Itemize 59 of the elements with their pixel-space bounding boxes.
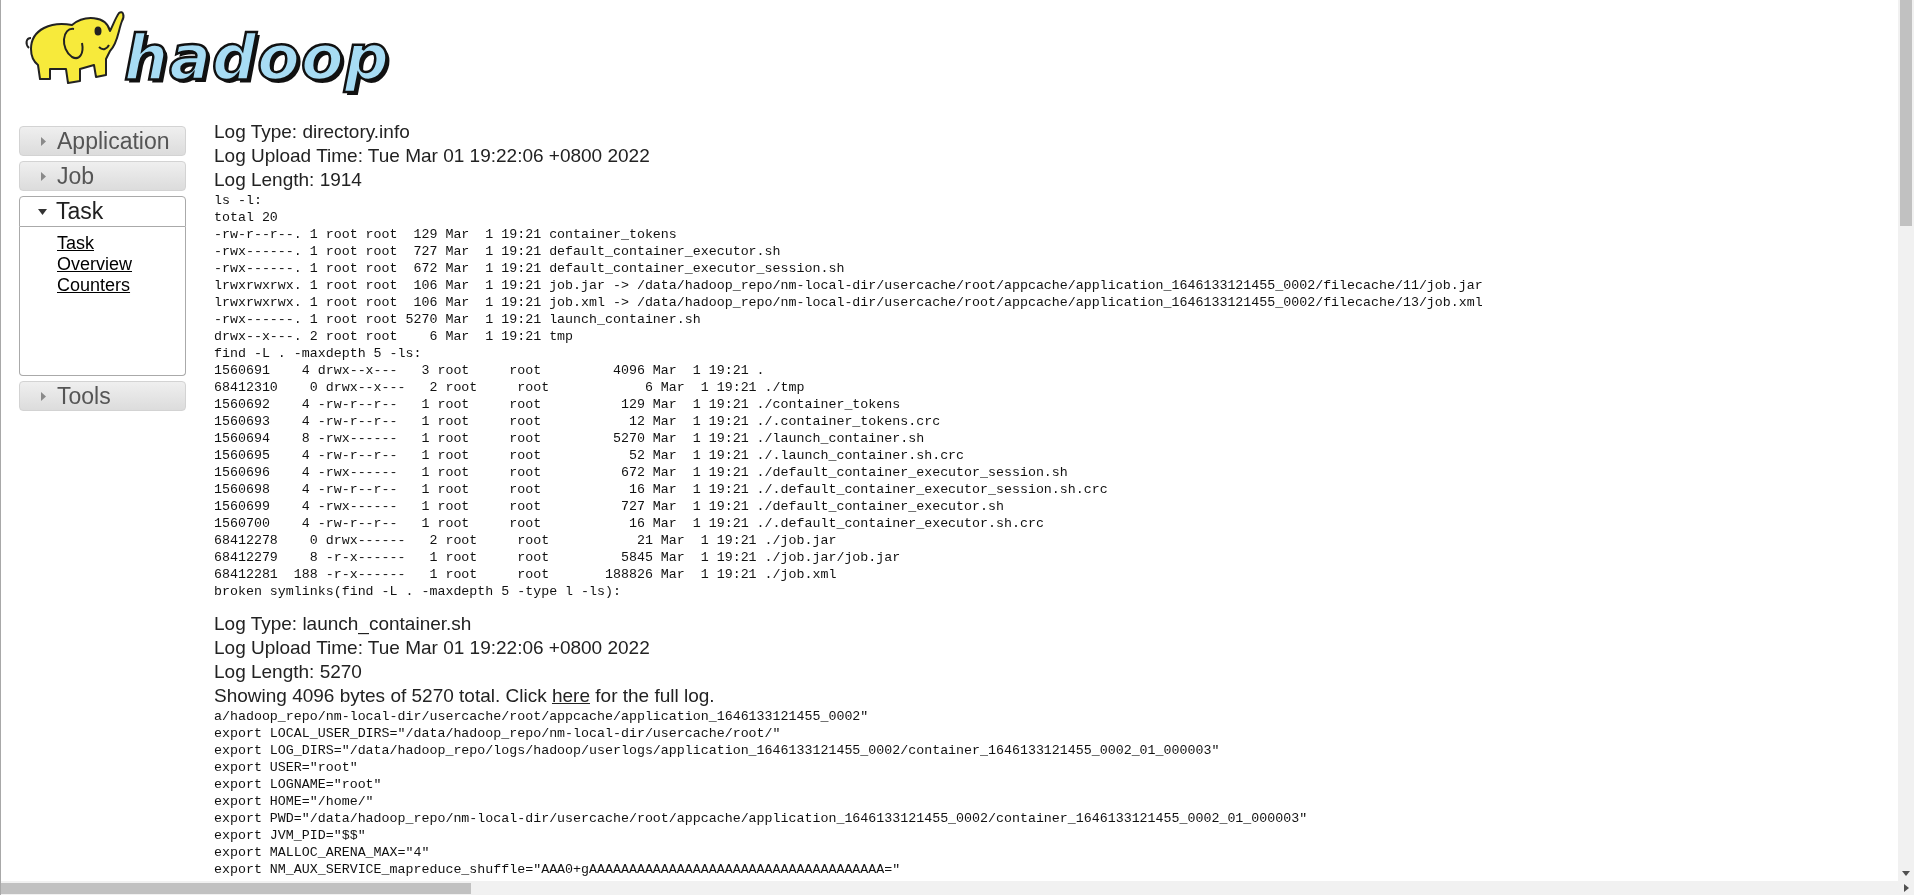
vertical-scrollbar[interactable] [1898, 0, 1914, 881]
sidebar-section-header[interactable]: Application [19, 126, 186, 156]
sidebar-section-header[interactable]: Task [19, 196, 186, 227]
log-line: export USER="root" [214, 759, 358, 776]
log-line: -rwx------. 1 root root 727 Mar 1 19:21 default_container_executor.sh [214, 243, 781, 260]
log-type-line: Log Type: launch_container.sh [214, 612, 472, 636]
scroll-right-arrow-icon[interactable] [1904, 884, 1909, 892]
log-line: 1560694 8 -rwx------ 1 root root 5270 Mar 1 19:21 ./launch_container.sh [214, 430, 925, 447]
log-line: export JVM_PID="$$" [214, 827, 366, 844]
log-length-line: Log Length: 5270 [214, 660, 362, 684]
log-line: export LOGNAME="root" [214, 776, 382, 793]
caret-right-icon [41, 171, 46, 181]
log-type-line: Log Type: directory.info [214, 120, 410, 144]
log-line: find -L . -maxdepth 5 -ls: [214, 345, 422, 362]
log-line: -rwx------. 1 root root 672 Mar 1 19:21 default_container_executor_session.sh [214, 260, 845, 277]
log-line: total 20 [214, 209, 278, 226]
log-line: ls -l: [214, 192, 262, 209]
log-line: 68412310 0 drwx--x--- 2 root root 6 Mar 1 19:21 ./tmp [214, 379, 805, 396]
sidebar-link[interactable]: Overview [57, 254, 132, 275]
sidebar-link[interactable]: Counters [57, 275, 131, 296]
horizontal-scrollbar[interactable] [1, 881, 1914, 895]
log-line: 1560692 4 -rw-r--r-- 1 root root 129 Mar 1 19:21 ./container_tokens [214, 396, 901, 413]
log-line: 1560700 4 -rw-r--r-- 1 root root 16 Mar 1 19:21 ./.default_container_executor.sh.crc [214, 515, 1044, 532]
sidebar-section-header[interactable]: Job [19, 161, 186, 191]
log-line: export LOCAL_USER_DIRS="/data/hadoop_repo/nm-local-dir/usercache/root/" [214, 725, 781, 742]
sidebar-section-header[interactable]: Tools [19, 381, 186, 411]
log-line: 1560695 4 -rw-r--r-- 1 root root 52 Mar 1 19:21 ./.launch_container.sh.crc [214, 447, 965, 464]
log-line: 1560698 4 -rw-r--r-- 1 root root 16 Mar 1 19:21 ./.default_container_executor_session.sh.crc [214, 481, 1108, 498]
log-length-line: Log Length: 1914 [214, 168, 362, 192]
log-line: 1560699 4 -rwx------ 1 root root 727 Mar 1 19:21 ./default_container_executor.sh [214, 498, 1004, 515]
log-line: lrwxrwxrwx. 1 root root 106 Mar 1 19:21 job.xml -> /data/hadoop_repo/nm-local-dir/usercache/root/appcache/application_1646133121455_0002/filecache/13/job.xml [214, 294, 1483, 311]
log-line: 68412281 188 -r-x------ 1 root root 188826 Mar 1 19:21 ./job.xml [214, 566, 837, 583]
log-upload-time-line: Log Upload Time: Tue Mar 01 19:22:06 +0800 2022 [214, 144, 650, 168]
caret-right-icon [41, 136, 46, 146]
log-line: 1560693 4 -rw-r--r-- 1 root root 12 Mar 1 19:21 ./.container_tokens.crc [214, 413, 941, 430]
log-line: 68412278 0 drwx------ 2 root root 21 Mar 1 19:21 ./job.jar [214, 532, 837, 549]
log-line: 1560696 4 -rwx------ 1 root root 672 Mar 1 19:21 ./default_container_executor_session.sh [214, 464, 1068, 481]
full-log-link[interactable]: here [552, 685, 590, 706]
log-line: 68412279 8 -r-x------ 1 root root 5845 Mar 1 19:21 ./job.jar/job.jar [214, 549, 901, 566]
log-line: 1560691 4 drwx--x--- 3 root root 4096 Mar 1 19:21 . [214, 362, 765, 379]
log-truncation-notice: Showing 4096 bytes of 5270 total. Click here for the full log. [214, 684, 715, 708]
log-line: broken symlinks(find -L . -maxdepth 5 -type l -ls): [214, 583, 621, 600]
log-line: export PWD="/data/hadoop_repo/nm-local-dir/usercache/root/appcache/application_1646133121455_0002/container_1646133121455_0002_01_000003" [214, 810, 1308, 827]
log-line: a/hadoop_repo/nm-local-dir/usercache/root/appcache/application_1646133121455_0002" [214, 708, 869, 725]
scrollbar-thumb[interactable] [1, 882, 471, 894]
log-line: export HOME="/home/" [214, 793, 374, 810]
caret-down-icon [38, 208, 47, 215]
log-line: lrwxrwxrwx. 1 root root 106 Mar 1 19:21 job.jar -> /data/hadoop_repo/nm-local-dir/usercache/root/appcache/application_1646133121455_0002/filecache/11/job.jar [214, 277, 1483, 294]
sidebar-link[interactable]: Task [57, 233, 94, 254]
log-upload-time-line: Log Upload Time: Tue Mar 01 19:22:06 +0800 2022 [214, 636, 650, 660]
scroll-down-arrow-icon[interactable] [1902, 871, 1910, 876]
log-line: export MALLOC_ARENA_MAX="4" [214, 844, 430, 861]
log-line: -rw-r--r--. 1 root root 129 Mar 1 19:21 container_tokens [214, 226, 677, 243]
log-line: -rwx------. 1 root root 5270 Mar 1 19:21 launch_container.sh [214, 311, 701, 328]
log-line: export NM_AUX_SERVICE_mapreduce_shuffle="AAA0+gAAAAAAAAAAAAAAAAAAAAAAAAAAAAAAAAAAAAA=" [214, 861, 901, 878]
caret-right-icon [41, 391, 46, 401]
log-line: export LOG_DIRS="/data/hadoop_repo/logs/hadoop/userlogs/application_1646133121455_0002/container_1646133121455_0002_01_000003" [214, 742, 1220, 759]
scrollbar-thumb[interactable] [1900, 0, 1912, 226]
log-line: drwx--x---. 2 root root 6 Mar 1 19:21 tmp [214, 328, 574, 345]
